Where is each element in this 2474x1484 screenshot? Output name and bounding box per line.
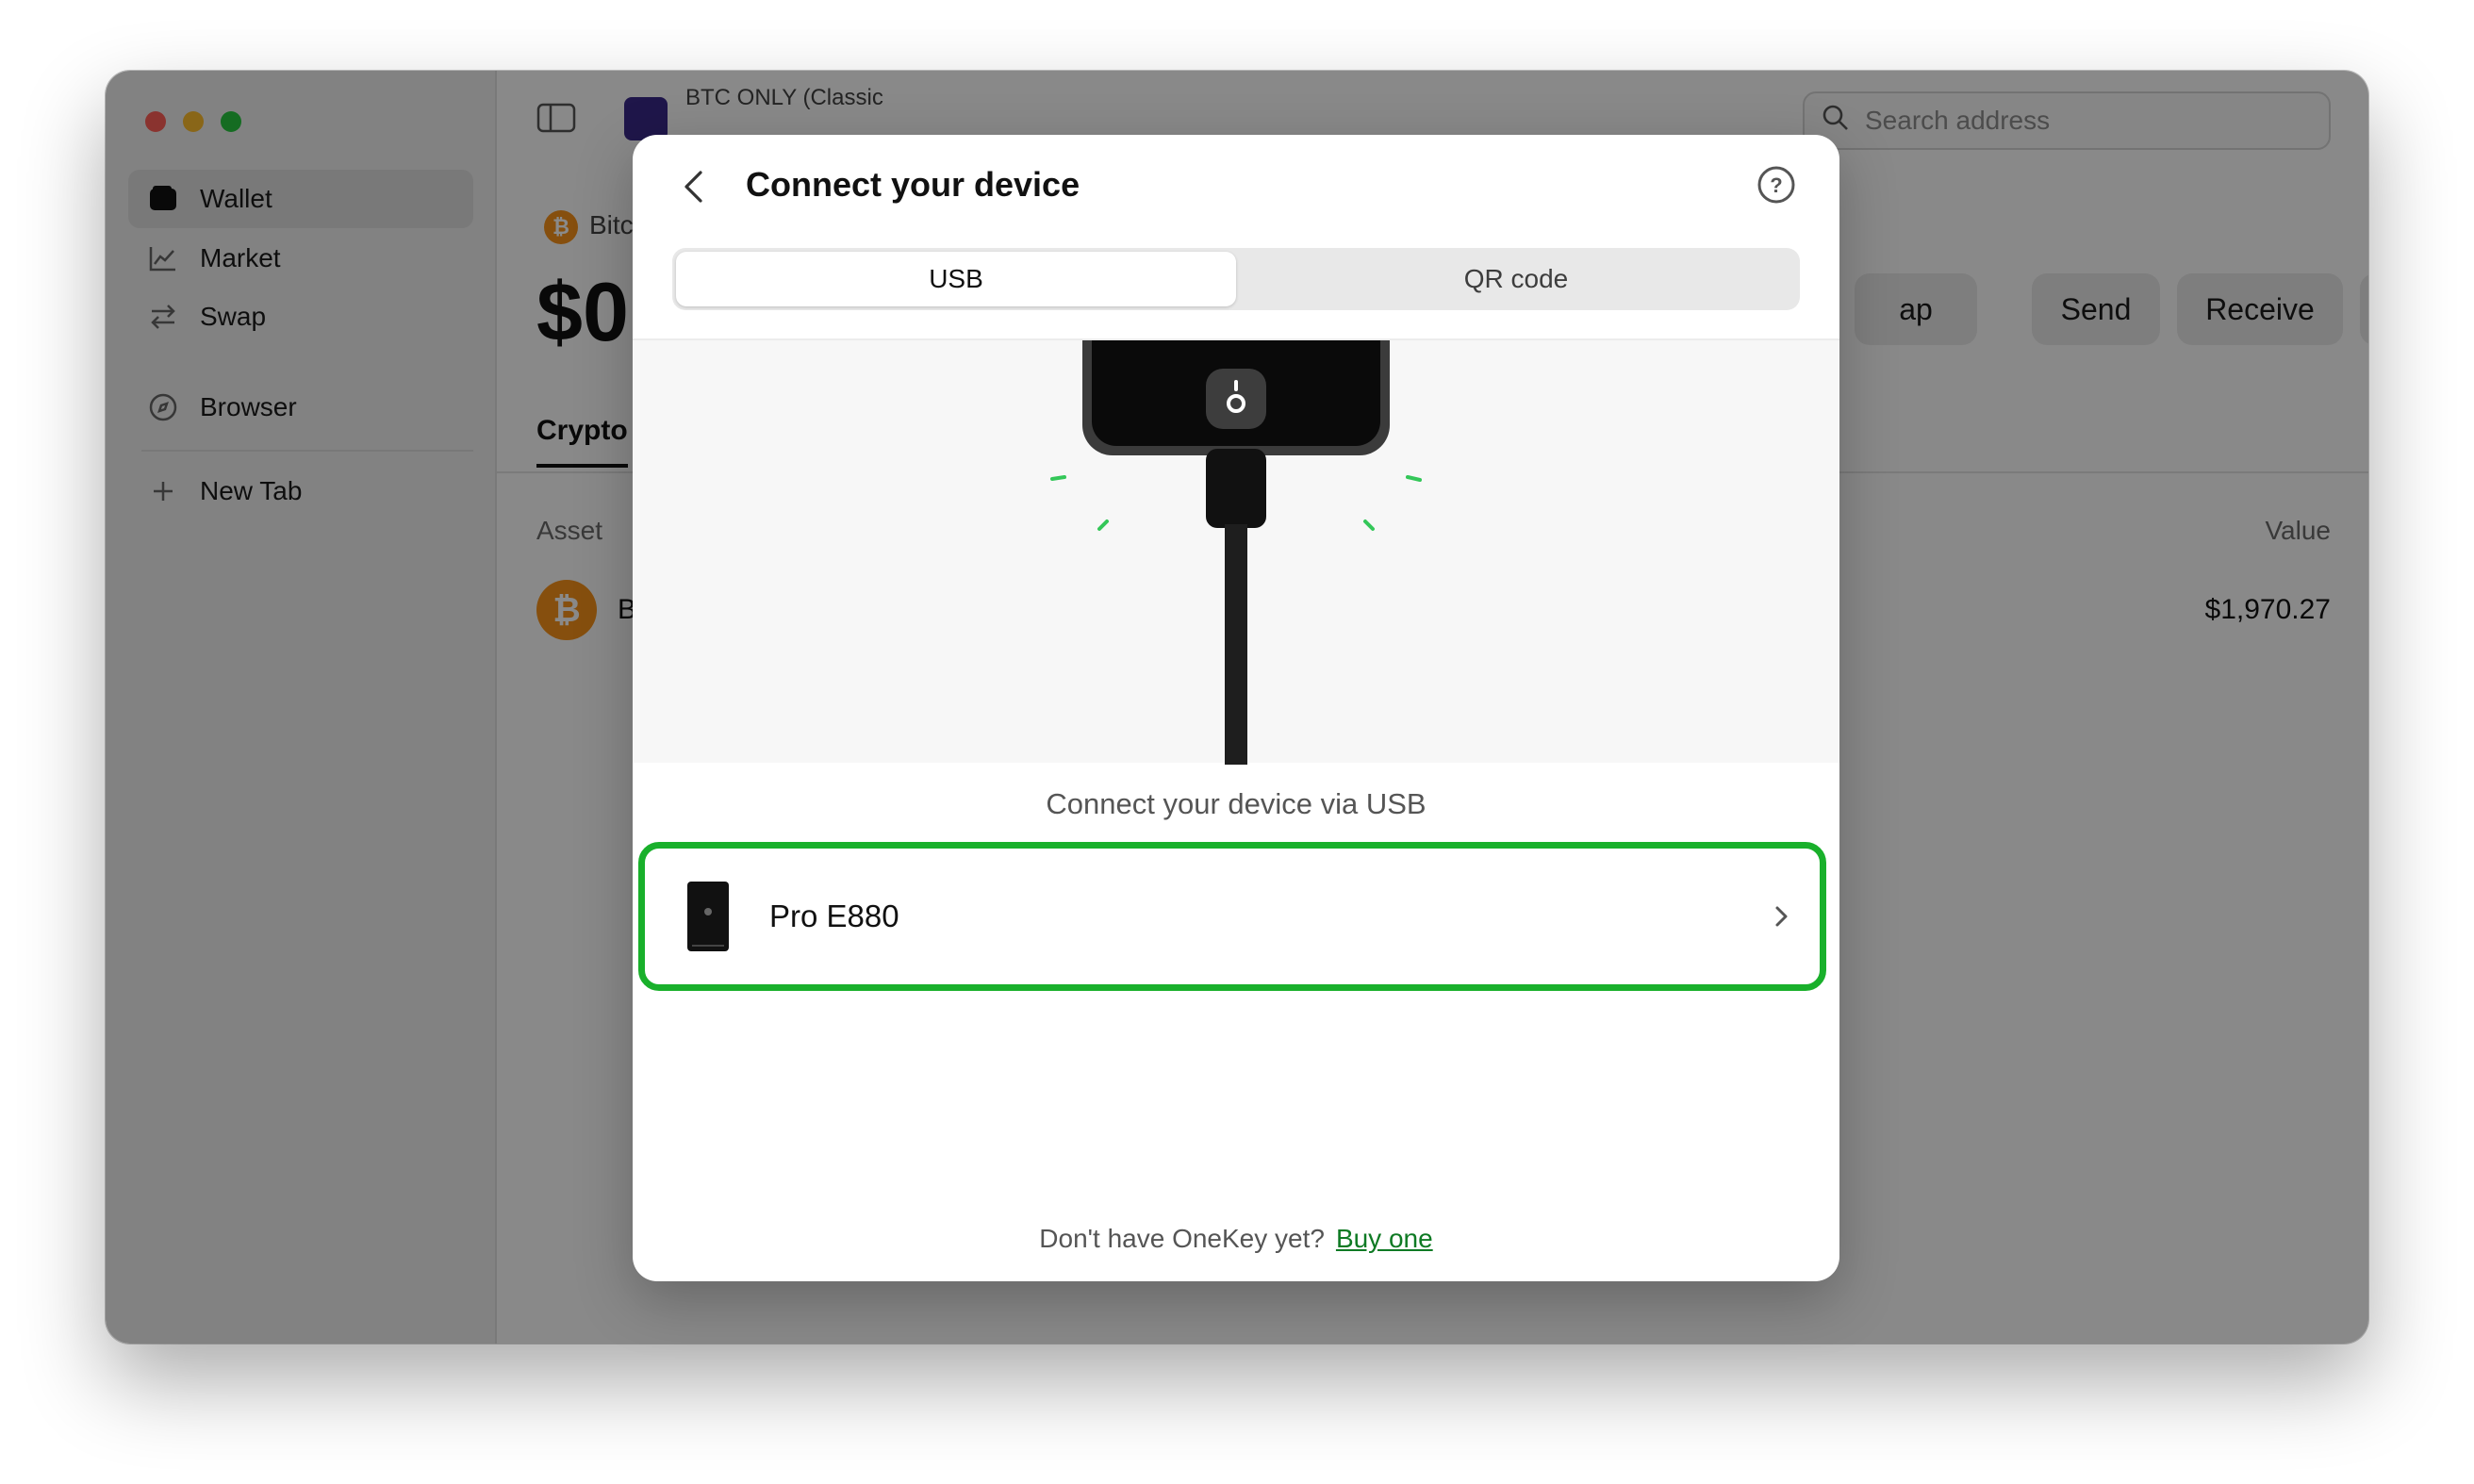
device-list-item[interactable]: Pro E880 (638, 842, 1826, 991)
svg-text:?: ? (1770, 173, 1782, 197)
help-button[interactable]: ? (1753, 161, 1800, 208)
footer-text: Don't have OneKey yet? (1039, 1224, 1325, 1253)
device-icon (687, 882, 729, 951)
chevron-right-icon (1775, 906, 1788, 927)
device-illustration (1082, 312, 1390, 765)
back-icon (684, 171, 702, 203)
tab-qr-code[interactable]: QR code (1236, 252, 1796, 306)
connect-device-dialog: Connect your device ? USB QR code Connec… (633, 135, 1839, 1281)
dialog-header: Connect your device ? (633, 135, 1839, 248)
device-name: Pro E880 (769, 899, 899, 933)
help-icon: ? (1757, 166, 1795, 204)
dialog-footer: Don't have OneKey yet? Buy one (633, 1224, 1839, 1254)
connection-type-switch: USB QR code (672, 248, 1800, 310)
buy-one-link[interactable]: Buy one (1336, 1224, 1433, 1253)
usb-connection-illustration (633, 312, 1839, 765)
tab-usb[interactable]: USB (676, 252, 1236, 306)
connection-instruction: Connect your device via USB (1046, 787, 1427, 820)
dialog-title: Connect your device (746, 165, 1080, 204)
back-button[interactable] (672, 163, 719, 210)
